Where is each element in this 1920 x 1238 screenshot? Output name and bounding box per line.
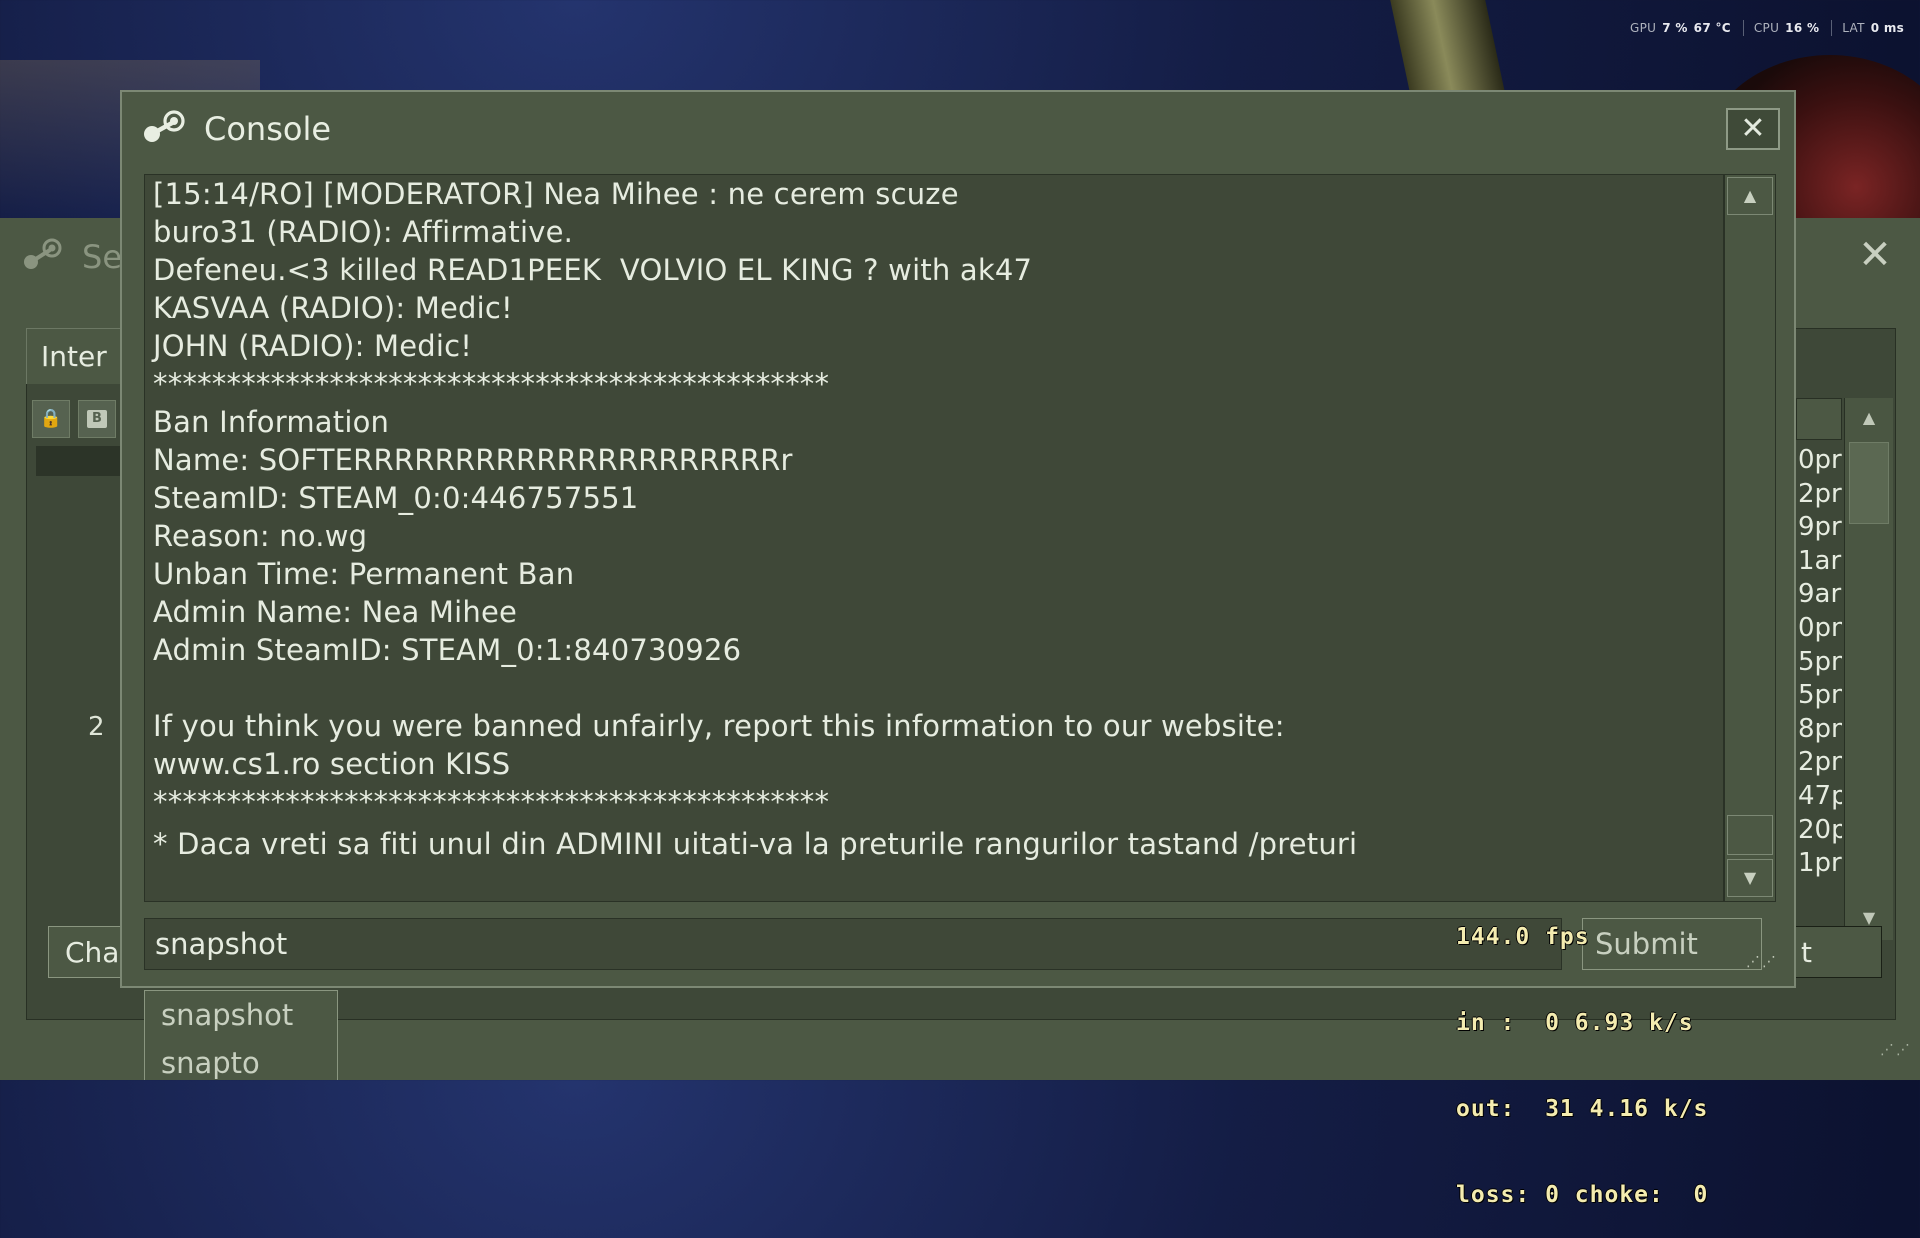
scroll-down-icon[interactable]: ▼ <box>1727 859 1773 897</box>
list-item[interactable]: 5pn <box>1798 646 1842 680</box>
list-item[interactable]: 8pn <box>1798 713 1842 747</box>
console-title: Console <box>204 110 332 148</box>
window-title: Se <box>82 238 122 276</box>
list-item[interactable]: 0pn <box>1798 612 1842 646</box>
log-line: KASVAA (RADIO): Medic! <box>153 291 513 325</box>
lat-value: 0 ms <box>1870 21 1905 35</box>
list-scrollbar[interactable]: ▲ ▼ <box>1844 398 1893 940</box>
list-item[interactable]: 0pr <box>1798 444 1842 478</box>
log-line: Reason: no.wg <box>153 519 368 553</box>
performance-overlay: GPU 7 % 67 °C CPU 16 % LAT 0 ms <box>1630 17 1910 39</box>
last-played-column: 0pr 2pr 9pr 1ar 9ar 0pn 5pn 5pn 8pn 2pn … <box>1798 444 1842 881</box>
steam-icon <box>140 110 188 144</box>
log-line: Unban Time: Permanent Ban <box>153 557 575 591</box>
gpu-temp: 67 °C <box>1693 21 1731 35</box>
row-number: 2 <box>88 712 105 742</box>
log-line: Admin Name: Nea Mihee <box>153 595 518 629</box>
divider <box>1831 20 1833 36</box>
cpu-label: CPU <box>1753 21 1780 35</box>
steam-icon <box>20 238 64 272</box>
scroll-thumb[interactable] <box>1849 442 1889 524</box>
selected-row[interactable] <box>36 446 126 476</box>
log-line: SteamID: STEAM_0:0:446757551 <box>153 481 639 515</box>
console-output[interactable]: [15:14/RO] [MODERATOR] Nea Mihee : ne ce… <box>144 174 1724 902</box>
console-window: Console ✕ [15:14/RO] [MODERATOR] Nea Mih… <box>120 90 1796 988</box>
close-icon[interactable]: ✕ <box>1726 108 1780 150</box>
log-line: Admin SteamID: STEAM_0:1:840730926 <box>153 633 742 667</box>
log-line: * Daca vreti sa fiti unul din ADMINI uit… <box>153 827 1358 861</box>
bots-icon[interactable]: B <box>78 400 116 438</box>
net-graph: 144.0 fps in : 0 6.93 k/s out: 31 4.16 k… <box>1456 868 1708 1238</box>
log-line: JOHN (RADIO): Medic! <box>153 329 473 363</box>
resize-grip-icon[interactable]: ⋰⋰ <box>1880 1042 1912 1058</box>
gpu-usage: 7 % <box>1662 21 1688 35</box>
console-command-input[interactable]: snapshot <box>144 918 1562 970</box>
log-line: ****************************************… <box>153 785 830 819</box>
column-header[interactable] <box>1796 398 1842 440</box>
close-icon[interactable]: ✕ <box>1852 232 1898 278</box>
log-line: Name: SOFTERRRRRRRRRRRRRRRRRRRRRr <box>153 443 793 477</box>
cpu-usage: 16 % <box>1785 21 1820 35</box>
lat-label: LAT <box>1842 21 1865 35</box>
list-item[interactable]: 9ar <box>1798 578 1842 612</box>
list-item[interactable]: 2pr <box>1798 478 1842 512</box>
scroll-up-icon[interactable]: ▲ <box>1845 398 1893 438</box>
list-item[interactable]: 1ar <box>1798 545 1842 579</box>
log-line: Defeneu.<3 killed READ1PEEK VOLVIO EL KI… <box>153 253 1033 287</box>
list-item[interactable]: 9pr <box>1798 511 1842 545</box>
list-item[interactable]: 20p <box>1798 814 1842 848</box>
log-line: ****************************************… <box>153 367 830 401</box>
background-art <box>1390 0 1505 92</box>
list-item[interactable]: 1pr <box>1798 847 1842 881</box>
autocomplete-dropdown: snapshot snapto <box>144 990 338 1080</box>
out-rate: out: 31 4.16 k/s <box>1456 1096 1709 1122</box>
list-item[interactable]: 5pn <box>1798 679 1842 713</box>
gpu-label: GPU <box>1630 21 1657 35</box>
connect-button[interactable]: t <box>1794 926 1882 978</box>
log-line: www.cs1.ro section KISS <box>153 747 511 781</box>
lock-icon[interactable]: 🔒 <box>32 400 70 438</box>
autocomplete-item[interactable]: snapshot <box>145 991 337 1039</box>
in-rate: in : 0 6.93 k/s <box>1456 1010 1694 1036</box>
log-line: If you think you were banned unfairly, r… <box>153 709 1285 743</box>
list-item[interactable]: 47p <box>1798 780 1842 814</box>
scroll-up-icon[interactable]: ▲ <box>1727 177 1773 215</box>
log-line: [15:14/RO] [MODERATOR] Nea Mihee : ne ce… <box>153 177 959 211</box>
list-item[interactable]: 2pn <box>1798 746 1842 780</box>
scroll-thumb[interactable] <box>1727 815 1773 855</box>
resize-grip-icon[interactable]: ⋰⋰ <box>1746 954 1778 970</box>
loss-choke: loss: 0 choke: 0 <box>1456 1182 1709 1208</box>
divider <box>1742 20 1744 36</box>
log-line: buro31 (RADIO): Affirmative. <box>153 215 574 249</box>
log-line: Ban Information <box>153 405 390 439</box>
console-scrollbar[interactable]: ▲ ▼ <box>1724 174 1776 902</box>
fps-readout: 144.0 fps <box>1456 924 1590 950</box>
